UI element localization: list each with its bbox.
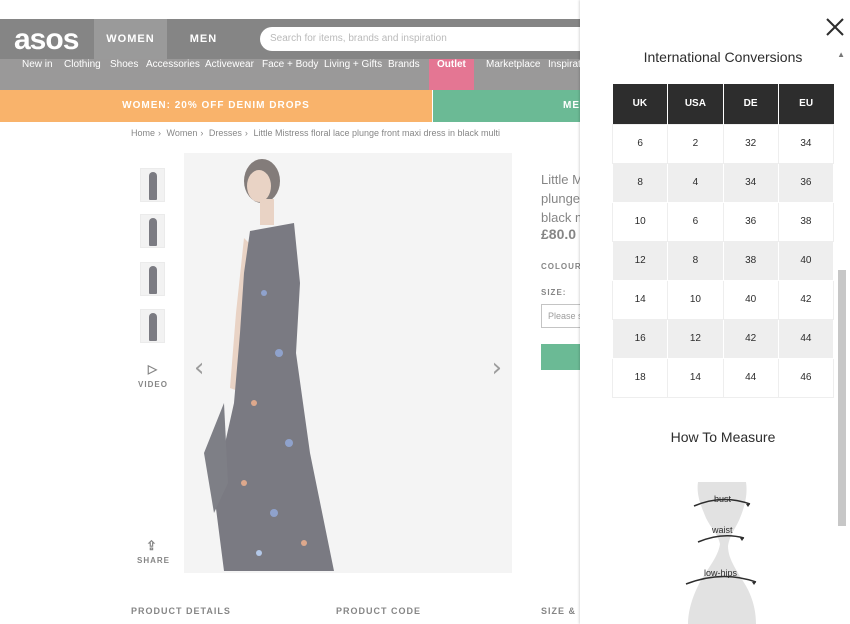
close-icon[interactable]	[824, 16, 846, 38]
table-cell: 34	[777, 123, 835, 164]
table-cell: 44	[722, 357, 779, 398]
table-row: 6 2 32 34	[611, 123, 835, 164]
table-cell: 40	[777, 240, 835, 281]
table-cell: 10	[667, 279, 724, 320]
table-row: 16 12 42 44	[611, 318, 835, 359]
table-cell: 8	[611, 162, 669, 203]
table-cell: 40	[722, 279, 779, 320]
table-cell: 6	[667, 201, 724, 242]
table-cell: 36	[777, 162, 835, 203]
table-cell: 16	[611, 318, 669, 359]
how-to-measure-title: How To Measure	[670, 429, 776, 445]
table-row: 12 8 38 40	[611, 240, 835, 281]
table-cell: 4	[667, 162, 724, 203]
column-header-uk: UK	[612, 84, 669, 124]
table-cell: 34	[722, 162, 779, 203]
table-cell: 8	[667, 240, 724, 281]
table-cell: 36	[722, 201, 779, 242]
table-cell: 38	[777, 201, 835, 242]
low-hips-label: low-hips	[704, 568, 738, 578]
table-row: 8 4 34 36	[611, 162, 835, 203]
table-cell: 12	[667, 318, 724, 359]
table-row: 18 14 44 46	[611, 357, 835, 398]
waist-label: waist	[711, 525, 733, 535]
conversions-title: International Conversions	[643, 49, 803, 65]
column-header-usa: USA	[667, 84, 724, 124]
table-cell: 6	[611, 123, 669, 164]
table-cell: 46	[777, 357, 835, 398]
table-row: 14 10 40 42	[611, 279, 835, 320]
table-row: 10 6 36 38	[611, 201, 835, 242]
bust-label: bust	[714, 494, 732, 504]
table-cell: 14	[611, 279, 669, 320]
table-cell: 12	[611, 240, 669, 281]
table-cell: 44	[777, 318, 835, 359]
table-cell: 42	[777, 279, 835, 320]
scroll-up-arrow[interactable]: ▲	[837, 50, 845, 59]
column-header-eu: EU	[778, 84, 834, 124]
table-cell: 2	[667, 123, 724, 164]
table-cell: 10	[611, 201, 669, 242]
conversion-table: UK USA DE EU 6 2 32 34 8 4 34 36 10 6 36…	[611, 84, 835, 398]
table-cell: 32	[722, 123, 779, 164]
table-cell: 42	[722, 318, 779, 359]
table-cell: 18	[611, 357, 669, 398]
scrollbar-thumb[interactable]	[838, 270, 846, 526]
body-measure-figure: bust waist low-hips	[685, 482, 757, 624]
table-cell: 38	[722, 240, 779, 281]
column-header-de: DE	[723, 84, 779, 124]
size-guide-drawer: International Conversions UK USA DE EU 6…	[580, 0, 850, 624]
table-cell: 14	[667, 357, 724, 398]
